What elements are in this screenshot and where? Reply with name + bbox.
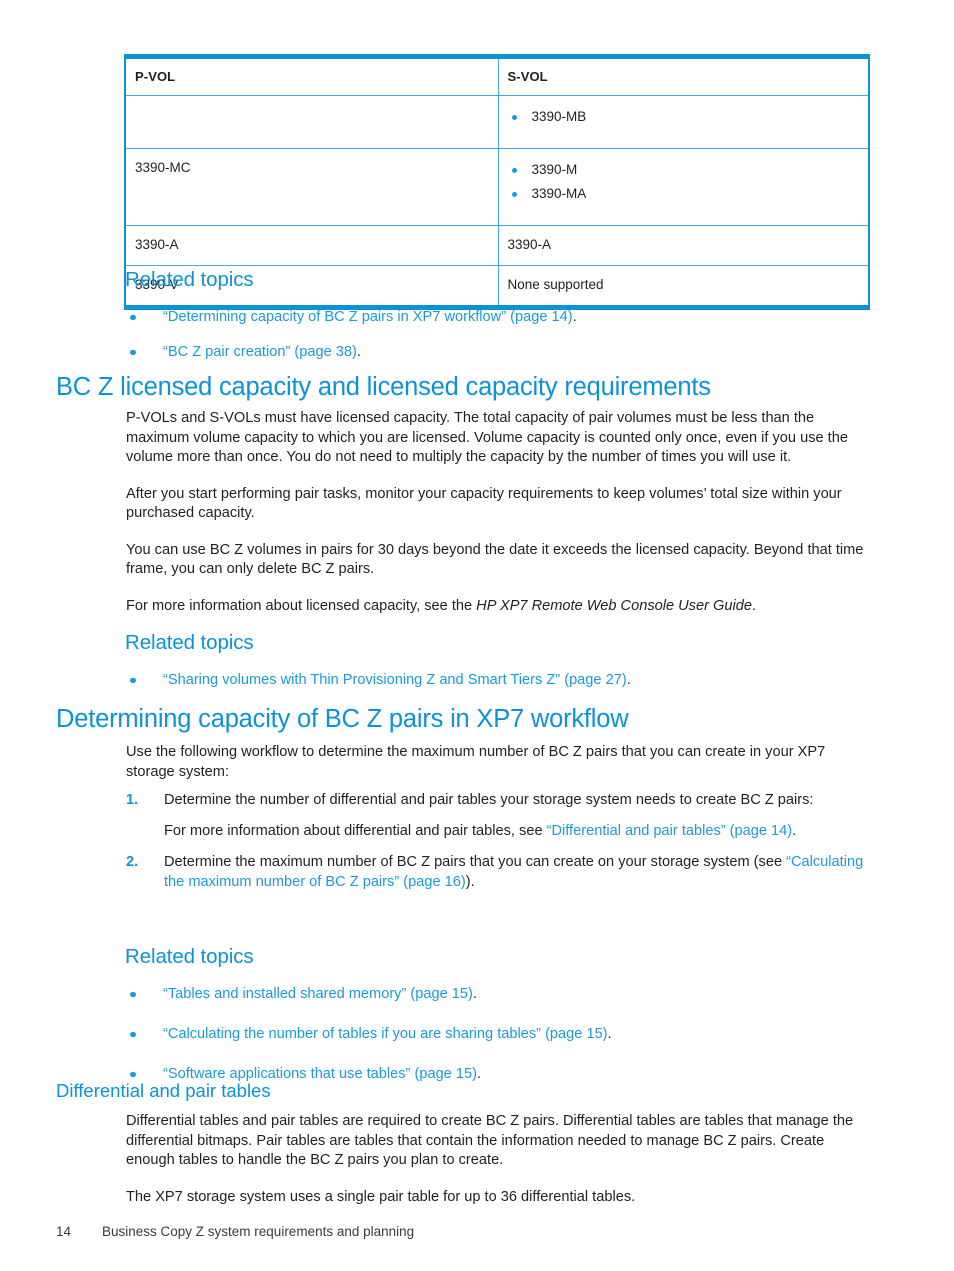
- cross-reference-link[interactable]: “Differential and pair tables” (page 14): [547, 823, 793, 839]
- differential-pair-tables-body: Differential tables and pair tables are …: [126, 1112, 870, 1207]
- list-item: “Calculating the number of tables if you…: [125, 1025, 885, 1044]
- column-header-pvol: P-VOL: [124, 55, 499, 97]
- related-topics-heading: Related topics: [125, 945, 254, 968]
- cross-reference-link[interactable]: “Determining capacity of BC Z pairs in X…: [163, 309, 573, 325]
- paragraph: After you start performing pair tasks, m…: [126, 485, 842, 522]
- step-number: 1.: [126, 792, 139, 809]
- licensed-capacity-body: P-VOLs and S-VOLs must have licensed cap…: [126, 409, 868, 616]
- cell-svol: 3390-MB: [497, 95, 870, 150]
- svol-value-list: 3390-MB: [508, 105, 859, 129]
- related-topics-list: “Determining capacity of BC Z pairs in X…: [125, 308, 885, 362]
- paragraph: You can use BC Z volumes in pairs for 30…: [126, 541, 864, 578]
- list-item: 3390-MB: [508, 105, 859, 129]
- sentence-period: .: [626, 671, 631, 688]
- cell-pvol: 3390-A: [124, 225, 499, 267]
- related-topics-list: “Tables and installed shared memory” (pa…: [125, 985, 885, 1084]
- workflow-steps-list: 1. Determine the number of differential …: [126, 791, 868, 892]
- paragraph: The XP7 storage system uses a single pai…: [126, 1188, 636, 1205]
- cell-svol: 3390-M 3390-MA: [497, 148, 870, 227]
- list-item-step-1: 1. Determine the number of differential …: [126, 791, 868, 841]
- related-topics-section-2: Related topics “Sharing volumes with Thi…: [125, 631, 885, 690]
- cross-reference-link[interactable]: “BC Z pair creation” (page 38): [163, 344, 357, 360]
- cell-pvol: 3390-MC: [124, 148, 499, 227]
- footer-chapter-title: Business Copy Z system requirements and …: [102, 1224, 415, 1239]
- section-heading-differential-pair-tables: Differential and pair tables: [56, 1080, 271, 1101]
- table-row: 3390-A 3390-A: [124, 225, 870, 267]
- determining-capacity-body: Use the following workflow to determine …: [126, 743, 868, 892]
- paragraph-prefix: For more information about differential …: [164, 822, 547, 839]
- section-heading-determining-capacity: Determining capacity of BC Z pairs in XP…: [56, 705, 629, 733]
- step-text-prefix: Determine the maximum number of BC Z pai…: [164, 854, 787, 871]
- cross-reference-link[interactable]: “Sharing volumes with Thin Provisioning …: [163, 672, 627, 688]
- sentence-period: .: [356, 343, 361, 360]
- page-footer: 14 Business Copy Z system requirements an…: [56, 1224, 414, 1239]
- cell-pvol: [124, 95, 499, 150]
- related-topics-heading: Related topics: [125, 631, 254, 654]
- paragraph: Use the following workflow to determine …: [126, 744, 826, 780]
- svol-value-list: 3390-M 3390-MA: [508, 158, 859, 207]
- list-item: “BC Z pair creation” (page 38).: [125, 343, 885, 362]
- page-number: 14: [56, 1224, 72, 1239]
- step-text-suffix: ).: [465, 873, 475, 890]
- list-item-step-2: 2. Determine the maximum number of BC Z p…: [126, 853, 868, 892]
- document-page: P-VOL S-VOL 3390-MB 3390-MC 3390-M 3390-…: [0, 0, 954, 1271]
- sentence-period: .: [792, 822, 797, 839]
- guide-title: HP XP7 Remote Web Console User Guide: [476, 597, 752, 614]
- step-text: Determine the number of differential and…: [164, 792, 814, 809]
- related-topics-section-3: Related topics “Tables and installed sha…: [125, 945, 885, 1083]
- table-row: 3390-MC 3390-M 3390-MA: [124, 148, 870, 227]
- related-topics-heading: Related topics: [125, 268, 254, 291]
- related-topics-list: “Sharing volumes with Thin Provisioning …: [125, 671, 885, 690]
- list-item: 3390-MA: [508, 182, 859, 206]
- cross-reference-link[interactable]: “Calculating the number of tables if you…: [163, 1026, 608, 1042]
- list-item: “Sharing volumes with Thin Provisioning …: [125, 671, 885, 690]
- paragraph: P-VOLs and S-VOLs must have licensed cap…: [126, 410, 848, 466]
- sentence-period: .: [472, 985, 477, 1002]
- table-row: 3390-MB: [124, 95, 870, 150]
- sentence-period: .: [572, 308, 577, 325]
- list-item: 3390-M: [508, 158, 859, 182]
- cell-svol: 3390-A: [497, 225, 870, 267]
- list-item: “Tables and installed shared memory” (pa…: [125, 985, 885, 1004]
- sentence-period: .: [607, 1025, 612, 1042]
- step-number: 2.: [126, 854, 139, 871]
- paragraph: Differential tables and pair tables are …: [126, 1113, 854, 1169]
- table-header-row: P-VOL S-VOL: [124, 55, 870, 97]
- column-header-svol: S-VOL: [497, 55, 870, 97]
- sentence-period: .: [751, 597, 757, 614]
- paragraph-prefix: For more information about licensed capa…: [126, 597, 477, 614]
- cross-reference-link[interactable]: “Tables and installed shared memory” (pa…: [163, 986, 473, 1002]
- section-heading-licensed-capacity: BC Z licensed capacity and licensed capa…: [56, 373, 711, 401]
- related-topics-section-1: Related topics “Determining capacity of …: [125, 268, 885, 362]
- step-sub-paragraph: For more information about differential …: [164, 822, 868, 842]
- paragraph-with-guide-reference: For more information about licensed capa…: [126, 597, 868, 617]
- list-item: “Determining capacity of BC Z pairs in X…: [125, 308, 885, 327]
